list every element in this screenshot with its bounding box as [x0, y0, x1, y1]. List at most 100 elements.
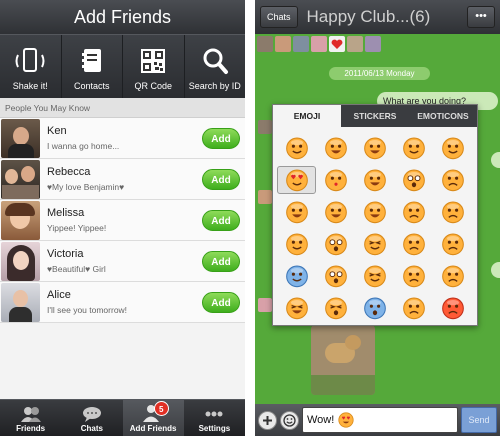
tab-friends[interactable]: Friends [0, 400, 61, 436]
section-header: People You May Know [0, 98, 245, 118]
emoji-option[interactable] [434, 198, 473, 226]
member-avatar [311, 36, 327, 52]
emoji-option[interactable] [434, 166, 473, 194]
emoji-option[interactable] [355, 230, 394, 258]
message-bubble[interactable] [491, 262, 500, 278]
tab-chats[interactable]: Chats [61, 400, 122, 436]
emoji-option[interactable] [355, 294, 394, 322]
tab-stickers[interactable]: STICKERS [341, 105, 409, 127]
search-by-id-label: Search by ID [188, 81, 241, 91]
emoji-option[interactable] [316, 230, 355, 258]
tab-settings-label: Settings [198, 424, 231, 433]
member-avatar [365, 36, 381, 52]
friend-status: ♥Beautiful♥ Girl [47, 264, 106, 274]
shared-photo[interactable] [311, 325, 375, 395]
tab-chats-label: Chats [80, 424, 103, 433]
tab-settings[interactable]: Settings [184, 400, 245, 436]
tab-add-friends[interactable]: Add Friends 5 [122, 400, 184, 436]
emoji-option[interactable] [395, 230, 434, 258]
emoji-face-icon [285, 137, 308, 160]
back-to-chats-button[interactable]: Chats [260, 6, 298, 28]
add-friend-button[interactable]: Add [202, 209, 240, 231]
member-avatar [257, 36, 273, 52]
emoji-face-icon [364, 265, 386, 288]
plus-icon [263, 415, 272, 425]
emoji-toggle-button[interactable] [280, 410, 299, 430]
friend-status: ♥My love Benjamin♥ [47, 182, 125, 192]
emoji-option[interactable] [277, 230, 316, 258]
search-icon [203, 48, 228, 74]
emoji-face-icon [364, 201, 386, 224]
qr-code-label: QR Code [134, 81, 173, 91]
emoji-option[interactable] [316, 198, 355, 226]
add-friend-button[interactable]: Add [202, 168, 240, 190]
member-avatar [347, 36, 363, 52]
avatar [1, 282, 40, 322]
emoji-face-icon [285, 297, 308, 320]
friend-row: Melissa Yippee! Yippee! Add [0, 200, 245, 241]
message-input[interactable]: Wow! [302, 407, 458, 433]
emoji-face-icon [324, 297, 347, 320]
chat-menu-button[interactable]: ••• [467, 6, 495, 28]
emoji-face-icon [324, 137, 347, 160]
emoji-option[interactable] [434, 262, 473, 290]
emoji-option[interactable] [277, 134, 316, 162]
emoji-option[interactable] [316, 262, 355, 290]
add-friend-button[interactable]: Add [202, 127, 240, 149]
message-bubble[interactable] [491, 152, 500, 168]
emoji-face-icon [364, 169, 386, 192]
friend-name: Victoria [47, 248, 84, 260]
emoji-option[interactable] [434, 230, 473, 258]
emoji-option[interactable] [316, 294, 355, 322]
qr-code-button[interactable]: QR Code [123, 35, 185, 98]
date-separator: 2011/06/13 Monday [329, 67, 430, 80]
emoji-face-icon [442, 265, 465, 288]
emoji-option[interactable] [395, 198, 434, 226]
chat-header: Chats Happy Club...(6) ••• [255, 0, 500, 34]
friend-name: Melissa [47, 207, 85, 219]
contacts-button[interactable]: Contacts [62, 35, 123, 98]
emoji-option[interactable] [355, 262, 394, 290]
search-by-id-button[interactable]: Search by ID [185, 35, 246, 98]
emoji-face-icon [285, 233, 308, 256]
tab-emoji[interactable]: EMOJI [273, 105, 341, 127]
friend-name: Rebecca [47, 166, 91, 178]
add-friend-button[interactable]: Add [202, 291, 240, 313]
emoji-face-icon [403, 201, 426, 224]
heart-eyes-emoji-icon [338, 412, 354, 428]
tab-add-friends-label: Add Friends [129, 424, 177, 433]
shake-it-button[interactable]: Shake it! [0, 35, 62, 98]
tab-emoticons[interactable]: EMOTICONS [409, 105, 477, 127]
emoji-option[interactable] [355, 134, 394, 162]
attach-button[interactable] [258, 410, 277, 430]
member-strip[interactable] [257, 36, 381, 52]
friend-name: Alice [47, 289, 71, 301]
emoji-option[interactable] [277, 166, 317, 194]
emoji-face-icon [364, 137, 386, 160]
add-friend-button[interactable]: Add [202, 250, 240, 272]
emoji-face-icon [285, 265, 308, 288]
emoji-option[interactable] [277, 294, 316, 322]
emoji-option[interactable] [395, 166, 434, 194]
send-button[interactable]: Send [461, 407, 497, 433]
emoji-option[interactable] [355, 198, 394, 226]
emoji-option[interactable] [277, 198, 316, 226]
emoji-option[interactable] [355, 166, 394, 194]
emoji-option[interactable] [395, 134, 434, 162]
emoji-option[interactable] [434, 294, 473, 322]
friend-status: I'll see you tomorrow! [47, 305, 128, 315]
emoji-option[interactable] [316, 166, 355, 194]
notification-badge: 5 [153, 401, 169, 416]
avatar [1, 241, 40, 281]
emoji-face-icon [324, 169, 347, 192]
emoji-grid [273, 127, 477, 329]
avatar [258, 120, 272, 134]
avatar [1, 200, 40, 240]
emoji-option[interactable] [395, 262, 434, 290]
avatar [258, 298, 272, 312]
emoji-option[interactable] [434, 134, 473, 162]
emoji-option[interactable] [316, 134, 355, 162]
message-input-bar: Wow! Send [255, 404, 500, 436]
emoji-option[interactable] [277, 262, 316, 290]
emoji-option[interactable] [395, 294, 434, 322]
